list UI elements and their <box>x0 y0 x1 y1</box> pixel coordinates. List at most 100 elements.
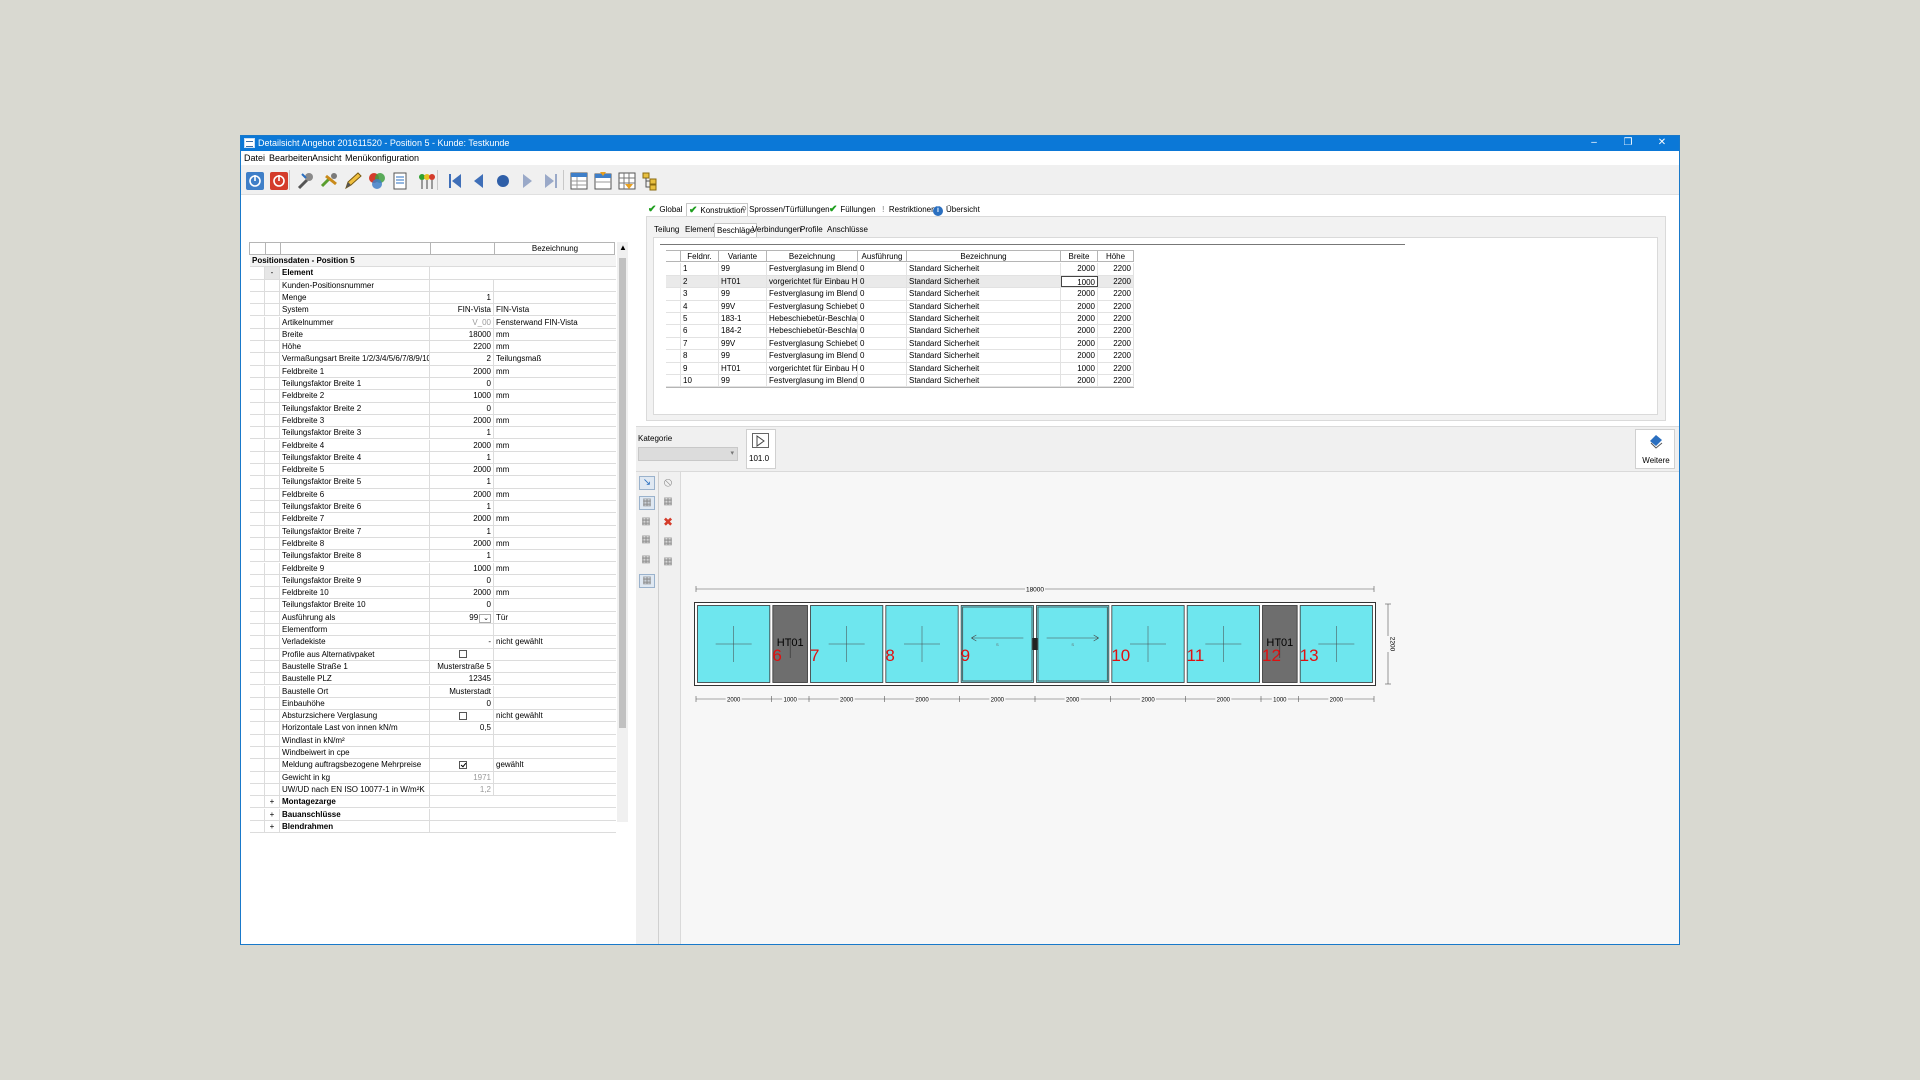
menu-ansicht[interactable]: Ansicht <box>312 153 342 163</box>
property-row[interactable]: UW/UD nach EN ISO 10077-1 in W/m²K 1,2 <box>250 783 616 797</box>
table-cell[interactable]: 0 <box>858 337 907 350</box>
property-row[interactable]: Teilungsfaktor Breite 5 1 <box>250 476 616 489</box>
table-cell[interactable]: 2000 <box>1061 300 1098 312</box>
table-cell[interactable]: vorgerichtet für Einbau Hau <box>767 362 858 374</box>
table-cell[interactable]: 2200 <box>1098 325 1134 337</box>
traffic-light-button[interactable] <box>415 169 437 191</box>
property-row[interactable]: Vermaßungsart Breite 1/2/3/4/5/6/7/8/9/1… <box>250 353 616 366</box>
expand-toggle[interactable]: + <box>265 808 280 820</box>
title-bar[interactable]: Detailsicht Angebot 201611520 - Position… <box>241 136 1679 151</box>
property-value[interactable]: FIN-Vista <box>430 304 494 316</box>
property-row[interactable]: Teilungsfaktor Breite 9 0 <box>250 574 616 588</box>
frame-tool[interactable]: ▦ <box>639 496 655 510</box>
table-cell[interactable]: 1000 <box>1061 275 1098 288</box>
property-row[interactable]: Artikelnummer V_00 Fensterwand FIN-Vista <box>250 316 616 329</box>
table-cell[interactable]: 9 <box>681 362 719 374</box>
table-cell[interactable]: 99 <box>719 375 767 387</box>
property-row[interactable]: Feldbreite 7 2000 mm <box>250 513 616 526</box>
property-row[interactable]: Absturzsichere Verglasung nicht gewählt <box>250 710 616 723</box>
property-row[interactable]: Teilungsfaktor Breite 1 0 <box>250 378 616 391</box>
table-row[interactable]: 399Festverglasung im Blendrah0Standard S… <box>666 288 1134 301</box>
table-cell[interactable]: 0 <box>858 375 907 387</box>
property-row[interactable]: Feldbreite 1 2000 mm <box>250 365 616 378</box>
prev-button[interactable] <box>467 169 489 191</box>
table-cell[interactable]: Standard Sicherheit <box>907 300 1061 312</box>
property-row[interactable]: Feldbreite 10 2000 mm <box>250 587 616 600</box>
kategorie-tile[interactable]: 101.0 <box>746 429 776 469</box>
column-header[interactable]: Breite <box>1061 251 1098 262</box>
subtab-anschlsse[interactable]: Anschlüsse <box>825 223 870 237</box>
table-cell[interactable]: 2 <box>681 275 719 288</box>
table-cell[interactable]: 2200 <box>1098 350 1134 362</box>
table-cell[interactable]: Standard Sicherheit <box>907 275 1061 288</box>
column-header[interactable]: Feldnr. <box>681 251 719 262</box>
layout-tool[interactable]: ▦ <box>661 536 677 550</box>
property-value[interactable]: 1 <box>430 501 494 513</box>
column-header-bezeichnung[interactable]: Bezeichnung <box>494 243 616 254</box>
table-row[interactable]: 6 184-2 Hebeschiebetür-Beschlag z 0 Standard… <box>666 325 1134 338</box>
copy-tool[interactable]: ▦ <box>661 496 677 510</box>
wrench-button[interactable] <box>293 169 315 191</box>
property-row[interactable]: Breite 18000 mm <box>250 328 616 342</box>
table-edit-button[interactable] <box>591 169 613 191</box>
property-row[interactable]: Gewicht in kg 1971 <box>250 771 616 784</box>
property-value[interactable]: 0 <box>430 574 494 587</box>
table-cell[interactable]: 2000 <box>1061 350 1098 362</box>
property-value[interactable]: 0 <box>430 599 494 611</box>
tab-sprossentrfllungen[interactable]: ⚲ Sprossen/Türfüllungen <box>741 203 830 217</box>
tab-global[interactable]: ✔ Global <box>648 203 683 217</box>
tree-button[interactable] <box>639 169 661 191</box>
property-row[interactable]: Teilungsfaktor Breite 2 0 <box>250 402 616 415</box>
property-value[interactable] <box>430 759 494 771</box>
property-value[interactable]: 2000 <box>430 439 494 451</box>
property-value[interactable]: 2000 <box>430 414 494 427</box>
subtab-teilung[interactable]: Teilung <box>652 223 681 237</box>
grid-button[interactable] <box>615 169 637 191</box>
table-cell[interactable]: Standard Sicherheit <box>907 263 1061 275</box>
property-value[interactable] <box>430 279 494 291</box>
scroll-up-icon[interactable]: ▲ <box>619 244 627 252</box>
property-value[interactable]: 1000 <box>430 390 494 402</box>
property-value[interactable]: 0 <box>430 402 494 414</box>
column-header[interactable]: Bezeichnung <box>907 251 1061 262</box>
subtab-verbindungen[interactable]: Verbindungen <box>750 223 803 237</box>
table-cell[interactable]: 0 <box>858 313 907 325</box>
table-row[interactable]: 4 99V Festverglasung Schiebetür 0 Standard S… <box>666 300 1134 313</box>
property-row[interactable]: Teilungsfaktor Breite 6 1 <box>250 501 616 514</box>
table-button[interactable] <box>567 169 589 191</box>
record-button[interactable] <box>491 169 513 191</box>
table-cell[interactable]: Festverglasung im Blendrah <box>767 288 858 300</box>
table-cell[interactable]: Standard Sicherheit <box>907 325 1061 337</box>
table-cell[interactable]: 183-1 <box>719 313 767 325</box>
menu-bearbeiten[interactable]: Bearbeiten <box>269 153 313 163</box>
table-row[interactable]: 7 99V Festverglasung Schiebetür 0 Standard S… <box>666 337 1134 351</box>
property-row[interactable]: Meldung auftragsbezogene Mehrpreise gewäh… <box>250 759 616 772</box>
table-cell[interactable]: 2200 <box>1098 362 1134 374</box>
property-value[interactable]: 2000 <box>430 464 494 476</box>
table-cell[interactable]: 2000 <box>1061 375 1098 387</box>
checkbox[interactable] <box>459 761 467 770</box>
property-row[interactable]: Höhe 2200 mm <box>250 341 616 354</box>
color-balls-button[interactable] <box>365 169 387 191</box>
last-button[interactable] <box>539 169 561 191</box>
table-cell[interactable]: 3 <box>681 288 719 300</box>
table-cell[interactable]: Festverglasung Schiebetür <box>767 337 858 350</box>
menu-menuekonfiguration[interactable]: Menükonfiguration <box>345 153 419 163</box>
tab-restriktionen[interactable]: ! Restriktionen <box>882 203 936 217</box>
property-value[interactable]: 1000 <box>430 562 494 574</box>
property-value[interactable]: V_00 <box>430 316 494 328</box>
table-cell[interactable]: 2000 <box>1061 337 1098 350</box>
property-row[interactable]: Windlast in kN/m² <box>250 734 616 747</box>
table-cell[interactable]: HT01 <box>719 362 767 374</box>
property-row[interactable]: Feldbreite 3 2000 mm <box>250 414 616 428</box>
delete-tool[interactable]: ✖ <box>661 516 677 530</box>
document-button[interactable] <box>389 169 411 191</box>
tools-button[interactable] <box>317 169 339 191</box>
column-header[interactable]: Variante <box>719 251 767 262</box>
table-cell[interactable]: 99V <box>719 337 767 350</box>
block-tool[interactable]: ⦸ <box>661 475 677 490</box>
table-cell[interactable]: 99 <box>719 263 767 275</box>
table-cell[interactable]: 2200 <box>1098 313 1134 325</box>
property-row[interactable]: Windbeiwert in cpe <box>250 747 616 760</box>
table-cell[interactable]: 5 <box>681 313 719 325</box>
